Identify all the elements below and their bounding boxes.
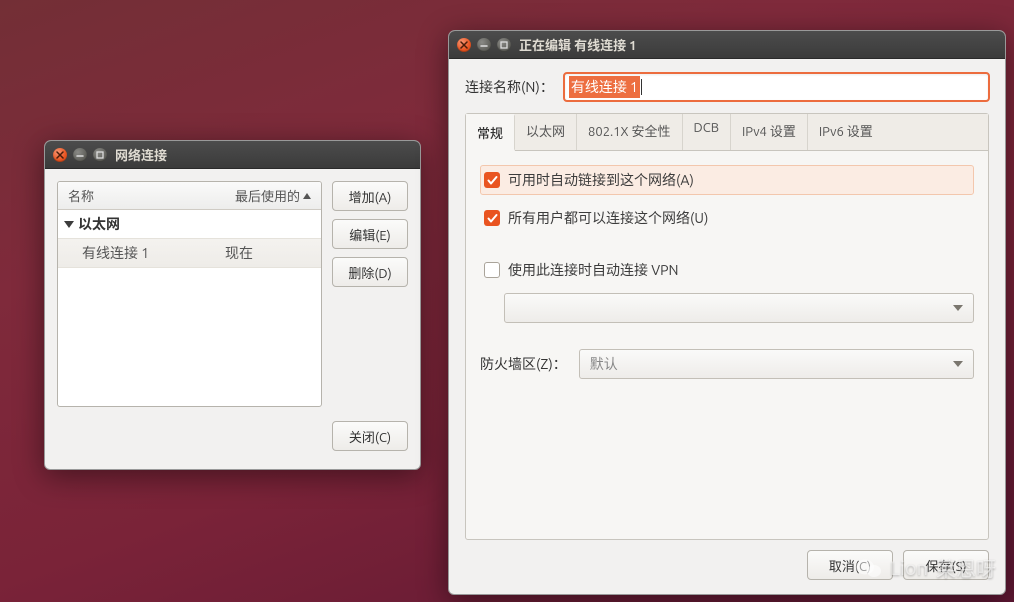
- titlebar[interactable]: 正在编辑 有线连接 1: [449, 31, 1005, 59]
- close-button[interactable]: 关闭(C): [332, 421, 408, 451]
- list-header: 名称 最后使用的: [58, 182, 321, 210]
- vpn-combo[interactable]: [504, 293, 974, 323]
- tab-general[interactable]: 常规: [466, 114, 515, 151]
- list-item[interactable]: 有线连接 1 现在: [58, 238, 321, 268]
- tab-page-general: 可用时自动链接到这个网络(A) 所有用户都可以连接这个网络(U) 使用此连接时自…: [466, 151, 988, 539]
- column-last-used[interactable]: 最后使用的: [225, 186, 321, 205]
- minimize-icon[interactable]: [477, 38, 491, 52]
- column-name[interactable]: 名称: [58, 186, 225, 205]
- window-title: 网络连接: [115, 145, 167, 164]
- checkbox-auto-connect[interactable]: 可用时自动链接到这个网络(A): [480, 165, 974, 195]
- maximize-icon[interactable]: [93, 148, 107, 162]
- minimize-icon[interactable]: [73, 148, 87, 162]
- firewall-zone-combo[interactable]: 默认: [579, 349, 974, 379]
- close-icon[interactable]: [53, 148, 67, 162]
- connection-name-input[interactable]: 有线连接 1: [564, 73, 989, 101]
- edit-connection-window: 正在编辑 有线连接 1 连接名称(N)： 有线连接 1 常规 以太网 802.1…: [448, 30, 1006, 595]
- network-connections-window: 网络连接 名称 最后使用的 以太网 有线连接 1: [44, 140, 421, 470]
- save-button[interactable]: 保存(S): [903, 550, 989, 580]
- close-icon[interactable]: [457, 38, 471, 52]
- list-item-name: 有线连接 1: [82, 243, 225, 263]
- titlebar[interactable]: 网络连接: [45, 141, 420, 169]
- checkbox-auto-vpn[interactable]: 使用此连接时自动连接 VPN: [480, 255, 974, 285]
- chevron-down-icon: [953, 361, 963, 367]
- cancel-button[interactable]: 取消(C): [807, 550, 893, 580]
- edit-button[interactable]: 编辑(E): [332, 219, 408, 249]
- list-item-last-used: 现在: [225, 243, 321, 263]
- connection-list[interactable]: 名称 最后使用的 以太网 有线连接 1 现在: [57, 181, 322, 407]
- checkbox-unchecked-icon: [484, 262, 500, 278]
- tab-ethernet[interactable]: 以太网: [515, 114, 577, 150]
- window-title: 正在编辑 有线连接 1: [519, 35, 637, 54]
- window-buttons: [457, 38, 511, 52]
- checkbox-checked-icon: [484, 172, 500, 188]
- tab-security[interactable]: 802.1X 安全性: [577, 114, 683, 150]
- tab-dcb[interactable]: DCB: [683, 114, 731, 150]
- sort-asc-icon: [303, 193, 311, 199]
- delete-button[interactable]: 删除(D): [332, 257, 408, 287]
- add-button[interactable]: 增加(A): [332, 181, 408, 211]
- settings-notebook: 常规 以太网 802.1X 安全性 DCB IPv4 设置 IPv6 设置 可用…: [465, 113, 989, 540]
- list-group-ethernet[interactable]: 以太网: [58, 210, 321, 238]
- chevron-down-icon: [953, 305, 963, 311]
- chevron-down-icon: [64, 221, 74, 228]
- maximize-icon[interactable]: [497, 38, 511, 52]
- tab-ipv4[interactable]: IPv4 设置: [731, 114, 808, 150]
- tab-ipv6[interactable]: IPv6 设置: [808, 114, 884, 150]
- checkbox-all-users[interactable]: 所有用户都可以连接这个网络(U): [480, 203, 974, 233]
- checkbox-checked-icon: [484, 210, 500, 226]
- text-caret: [641, 79, 642, 95]
- firewall-zone-label: 防火墙区(Z)：: [480, 354, 567, 374]
- window-buttons: [53, 148, 107, 162]
- connection-name-label: 连接名称(N)：: [465, 77, 554, 97]
